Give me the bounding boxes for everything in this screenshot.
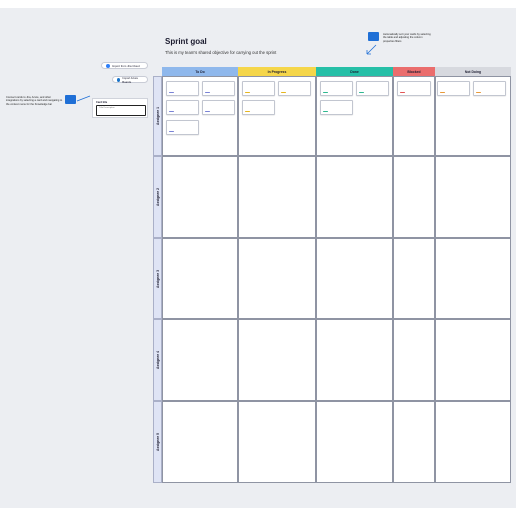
board-cell[interactable] (238, 238, 316, 319)
card-tag-todo (205, 91, 210, 93)
column-label: To Do (195, 69, 205, 74)
card-widget-label: Card title (96, 101, 108, 104)
arrow-icon (76, 95, 91, 102)
tip-sticky-note-left[interactable] (65, 95, 76, 104)
task-card[interactable] (278, 81, 311, 96)
swimlane-label-2: Assignee 2 (153, 156, 162, 238)
task-card[interactable] (397, 81, 431, 96)
board-cell[interactable] (238, 156, 316, 238)
import-azure-button[interactable]: Import Azure Boards (112, 75, 148, 84)
column-header-in-progress: In Progress (238, 67, 316, 76)
import-jira-button[interactable]: Import from Jira Cloud (101, 62, 148, 69)
card-tag-notdoing (440, 91, 445, 93)
column-header-blocked: Blocked (393, 67, 435, 76)
board-cell[interactable] (316, 319, 393, 401)
swimlane-text: Assignee 1 (155, 107, 160, 125)
task-card[interactable] (437, 81, 470, 96)
swimlane-text: Assignee 2 (155, 188, 160, 206)
swimlane-text: Assignee 5 (155, 433, 160, 451)
task-card[interactable] (242, 81, 275, 96)
card-tag-done (359, 91, 364, 93)
board-cell[interactable] (316, 401, 393, 483)
column-header-todo: To Do (162, 67, 238, 76)
tip-sticky-note[interactable] (368, 32, 379, 41)
board-cell[interactable] (435, 319, 511, 401)
task-card[interactable] (202, 81, 235, 96)
card-tag-todo (169, 110, 174, 112)
import-jira-label: Import from Jira Cloud (112, 63, 140, 68)
card-tag-progress (245, 110, 250, 112)
column-header-done: Done (316, 67, 393, 76)
board-cell[interactable] (316, 238, 393, 319)
board-cell[interactable] (435, 238, 511, 319)
swimlane-label-4: Assignee 4 (153, 319, 162, 401)
task-card[interactable] (202, 100, 235, 115)
card-widget[interactable]: Card title Title Description (92, 98, 148, 118)
board-cell[interactable] (393, 238, 435, 319)
page-subtitle: This is my team's shared objective for c… (165, 50, 277, 55)
task-card[interactable] (166, 120, 199, 135)
card-widget-input[interactable]: Title Description (96, 105, 146, 116)
tip-note-right: Automatically sort your cards by selecti… (383, 33, 431, 43)
tip-note-left: Connect cards to Jira, Azure, and other … (6, 96, 63, 106)
swimlane-label-5: Assignee 5 (153, 401, 162, 483)
swimlane-label-1: Assignee 1 (153, 76, 162, 156)
card-tag-notdoing (476, 91, 481, 93)
board-cell[interactable] (435, 156, 511, 238)
column-label: In Progress (267, 69, 287, 74)
board-cell[interactable] (393, 319, 435, 401)
board-cell[interactable] (393, 401, 435, 483)
task-card[interactable] (242, 100, 275, 115)
board-cell[interactable] (393, 156, 435, 238)
column-label: Not Doing (464, 69, 482, 74)
import-azure-label: Import Azure Boards (122, 75, 139, 84)
task-card[interactable] (166, 81, 199, 96)
task-card[interactable] (320, 100, 353, 115)
jira-icon (106, 63, 110, 68)
task-card[interactable] (320, 81, 353, 96)
card-tag-progress (281, 91, 286, 93)
swimlane-text: Assignee 3 (155, 269, 160, 288)
board-cell[interactable] (238, 319, 316, 401)
column-label: Blocked (407, 69, 421, 74)
card-tag-blocked (400, 91, 405, 93)
board-cell[interactable] (435, 401, 511, 483)
whiteboard-canvas[interactable]: Sprint goal This is my team's shared obj… (0, 8, 516, 508)
swimlane-text: Assignee 4 (155, 351, 160, 369)
column-header-not-doing: Not Doing (435, 67, 511, 76)
azure-icon (117, 77, 121, 82)
card-tag-todo (205, 110, 210, 112)
board-cell[interactable] (238, 401, 316, 483)
column-label: Done (350, 69, 359, 74)
task-card[interactable] (166, 100, 199, 115)
task-card[interactable] (356, 81, 389, 96)
board-cell[interactable] (162, 319, 238, 401)
task-card[interactable] (473, 81, 506, 96)
arrow-icon (366, 44, 377, 55)
card-tag-done (323, 110, 328, 112)
card-tag-todo (169, 130, 174, 132)
board-cell[interactable] (162, 238, 238, 319)
board-cell[interactable] (162, 401, 238, 483)
swimlane-label-3: Assignee 3 (153, 238, 162, 319)
board-cell[interactable] (316, 156, 393, 238)
board-cell[interactable] (162, 156, 238, 238)
card-tag-todo (169, 91, 174, 93)
card-tag-done (323, 91, 328, 93)
page-title: Sprint goal (165, 37, 207, 46)
card-tag-progress (245, 91, 250, 93)
